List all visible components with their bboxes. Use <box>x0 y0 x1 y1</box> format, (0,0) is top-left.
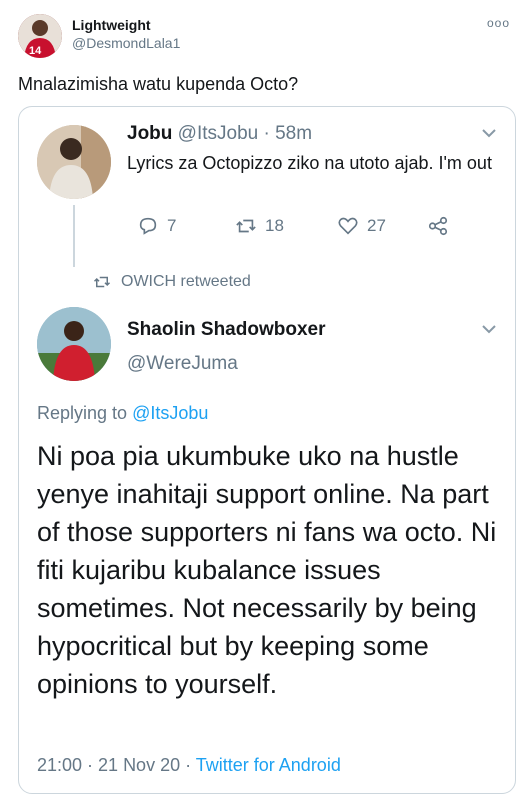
tweet-image-screenshot[interactable]: Jobu @ItsJobu · 58m Lyrics za Octopizzo … <box>18 106 516 794</box>
quoted-author-name: Jobu <box>127 123 173 144</box>
tweet-source: Twitter for Android <box>195 755 341 775</box>
retweet-small-icon <box>93 276 111 288</box>
author-name[interactable]: Lightweight <box>72 17 151 33</box>
author-avatar[interactable]: 14 <box>18 14 62 58</box>
retweet-icon <box>236 219 256 233</box>
share-icon <box>428 216 448 236</box>
heart-icon <box>338 217 358 235</box>
quoted-author-handle-time: @ItsJobu · 58m <box>177 123 313 144</box>
replying-to-line: Replying to @ItsJobu <box>37 403 208 424</box>
main-author-handle: @WereJuma <box>127 353 238 374</box>
main-author-name: Shaolin Shadowboxer <box>127 319 326 340</box>
retweet-button[interactable]: 18 <box>235 215 284 237</box>
svg-text:14: 14 <box>29 45 42 57</box>
replying-to-link: @ItsJobu <box>132 403 209 423</box>
chevron-down-icon[interactable] <box>479 319 499 339</box>
reply-icon <box>139 217 157 235</box>
more-options-icon[interactable]: ooo <box>487 16 510 30</box>
quoted-actions-bar: 7 18 27 <box>127 215 457 241</box>
like-count: 27 <box>367 216 386 235</box>
quoted-author-line: Jobu @ItsJobu · 58m <box>127 123 312 145</box>
retweet-count: 18 <box>265 216 284 235</box>
like-button[interactable]: 27 <box>337 215 386 237</box>
main-author-avatar <box>37 307 111 381</box>
author-handle[interactable]: @DesmondLala1 <box>72 35 180 51</box>
quoted-author-avatar <box>37 125 111 199</box>
chevron-down-icon[interactable] <box>479 123 499 143</box>
tweet-text: Mnalazimisha watu kupenda Octo? <box>18 74 299 94</box>
main-tweet-text: Ni poa pia ukumbuke uko na hustle yenye … <box>37 441 497 699</box>
quoted-tweet-text: Lyrics za Octopizzo ziko na utoto ajab. … <box>127 153 492 173</box>
reply-count: 7 <box>167 216 177 235</box>
retweeted-by-label: OWICH retweeted <box>121 273 251 290</box>
thread-connector-line <box>73 205 75 267</box>
tweet-timestamp: 21:00 · 21 Nov 20 · <box>37 755 196 775</box>
tweet-page: 14 Lightweight @DesmondLala1 ooo Mnalazi… <box>0 0 524 800</box>
tweet-meta-line: 21:00 · 21 Nov 20 · Twitter for Android <box>37 755 341 776</box>
reply-button[interactable]: 7 <box>137 215 176 237</box>
replying-to-prefix: Replying to <box>37 403 133 423</box>
share-button[interactable] <box>427 215 449 237</box>
retweeted-by-row: OWICH retweeted <box>93 273 251 291</box>
